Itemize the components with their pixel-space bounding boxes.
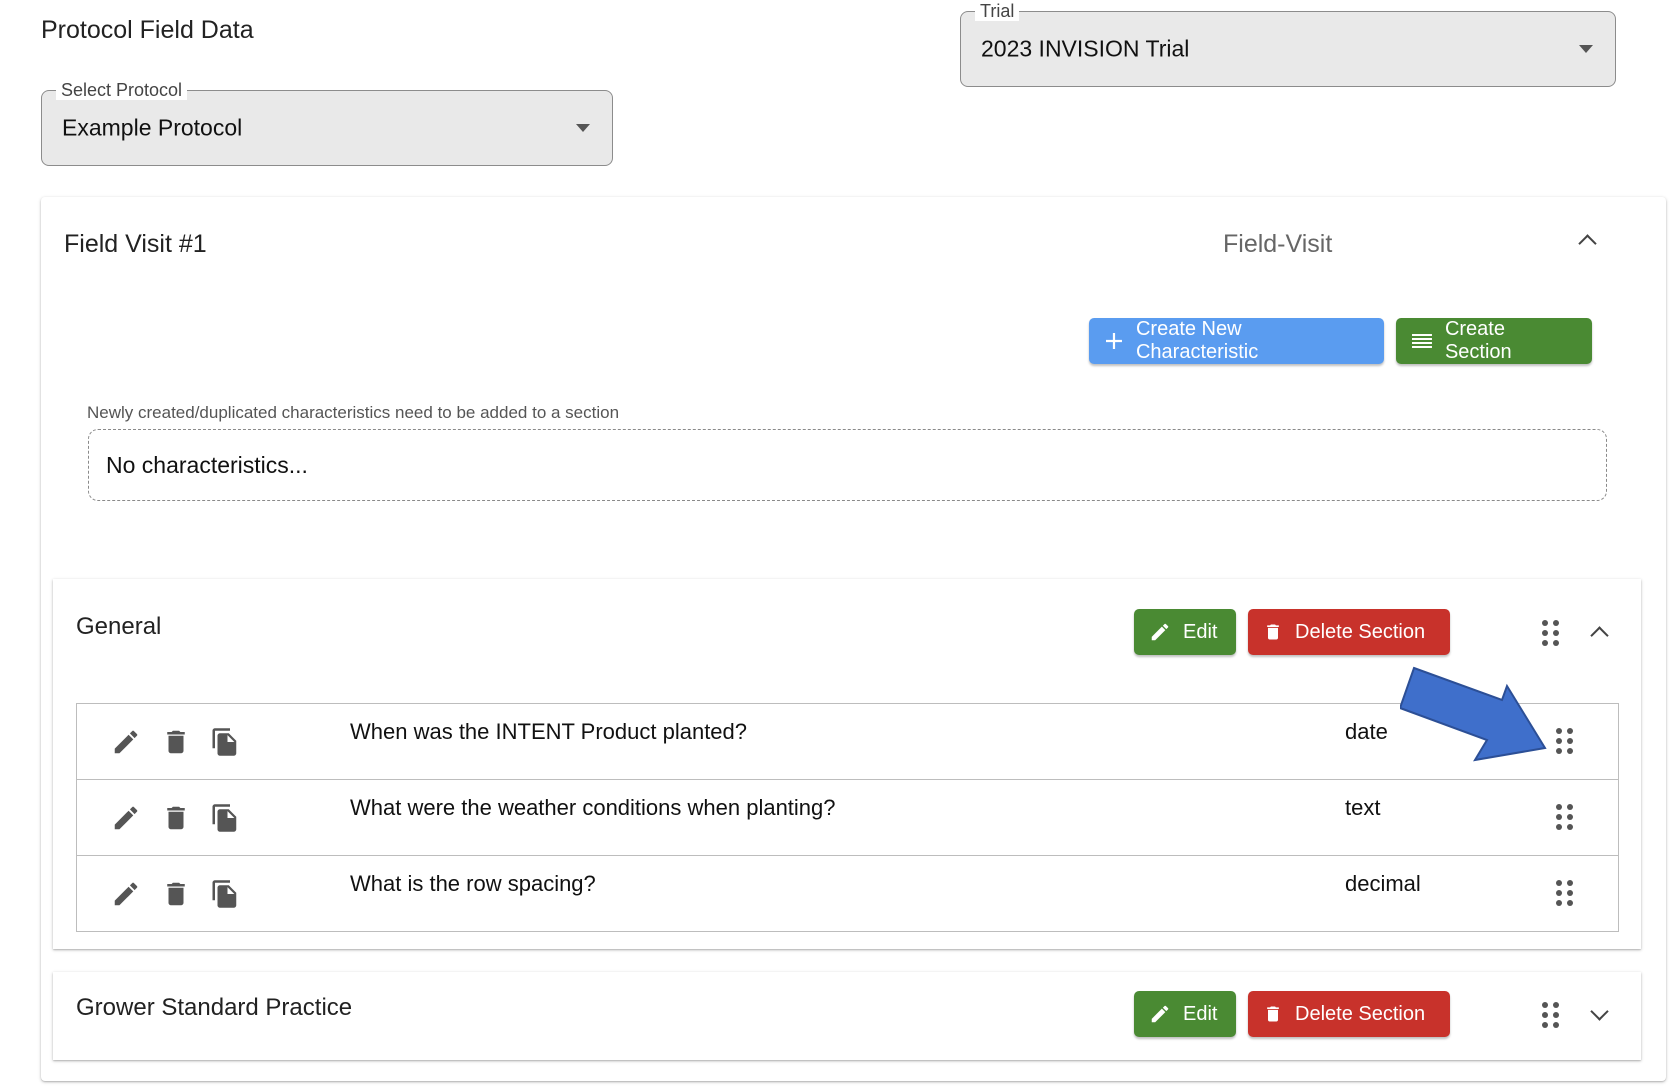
section-title: General	[76, 613, 162, 640]
edit-section-button[interactable]: Edit	[1134, 991, 1236, 1037]
protocol-select-label: Select Protocol	[56, 80, 188, 100]
characteristic-type: decimal	[1345, 871, 1421, 896]
trash-icon	[1267, 624, 1279, 640]
field-visit-type: Field-Visit	[1223, 230, 1333, 258]
unassigned-empty-text: No characteristics...	[106, 452, 308, 478]
characteristics-table: When was the INTENT Product planted? dat…	[76, 703, 1619, 932]
protocol-select[interactable]: Select Protocol Example Protocol	[41, 80, 613, 166]
table-row: When was the INTENT Product planted? dat…	[77, 704, 1618, 780]
plus-icon	[1105, 333, 1122, 349]
characteristic-type: date	[1345, 719, 1388, 744]
trash-icon	[1267, 1006, 1279, 1022]
characteristic-question: What were the weather conditions when pl…	[350, 795, 836, 820]
characteristic-type: text	[1345, 795, 1381, 820]
chevron-down-icon[interactable]	[1590, 1002, 1609, 1021]
pencil-icon[interactable]	[111, 878, 141, 910]
create-section-label: Create Section	[1444, 318, 1512, 363]
protocol-select-value: Example Protocol	[62, 114, 243, 141]
delete-section-button[interactable]: Delete Section	[1248, 609, 1450, 655]
edit-label: Edit	[1183, 620, 1218, 643]
pencil-icon	[1151, 1005, 1169, 1023]
trial-select-value: 2023 INVISION Trial	[981, 35, 1190, 62]
annotation-arrow-icon	[1400, 666, 1547, 762]
caret-down-icon	[576, 124, 590, 132]
delete-section-label: Delete Section	[1295, 1002, 1426, 1025]
trash-icon[interactable]	[161, 802, 191, 834]
table-row: What were the weather conditions when pl…	[77, 780, 1618, 856]
characteristic-question: What is the row spacing?	[350, 871, 596, 896]
trial-select[interactable]: Trial 2023 INVISION Trial	[960, 1, 1616, 87]
edit-section-button[interactable]: Edit	[1134, 609, 1236, 655]
trash-icon[interactable]	[161, 726, 191, 758]
characteristic-question: When was the INTENT Product planted?	[350, 719, 748, 744]
pencil-icon[interactable]	[111, 802, 141, 834]
delete-section-button[interactable]: Delete Section	[1248, 991, 1450, 1037]
edit-label: Edit	[1183, 1002, 1218, 1025]
copy-icon[interactable]	[210, 726, 240, 758]
unassigned-characteristics-dropzone[interactable]: No characteristics...	[88, 429, 1607, 501]
table-row: What is the row spacing? decimal	[77, 856, 1618, 931]
caret-down-icon	[1579, 45, 1593, 53]
create-characteristic-label: Create New Characteristic	[1135, 318, 1259, 363]
pencil-icon	[1151, 623, 1169, 641]
chevron-up-icon[interactable]	[1590, 626, 1609, 645]
drag-handle-icon[interactable]	[1556, 804, 1574, 830]
unassigned-note: Newly created/duplicated characteristics…	[87, 403, 620, 422]
chevron-up-icon[interactable]	[1578, 234, 1597, 253]
copy-icon[interactable]	[210, 878, 240, 910]
section-title: Grower Standard Practice	[76, 994, 353, 1021]
copy-icon[interactable]	[210, 802, 240, 834]
create-section-button[interactable]: Create Section	[1396, 318, 1592, 364]
field-visit-card: Field Visit #1 Field-Visit Create New Ch…	[41, 197, 1666, 1081]
page-title: Protocol Field Data	[41, 16, 254, 44]
list-icon	[1411, 334, 1432, 348]
trial-select-label: Trial	[975, 1, 1020, 21]
create-characteristic-button[interactable]: Create New Characteristic	[1089, 318, 1384, 364]
section-grower-standard-practice: Grower Standard Practice Edit Delete Sec…	[53, 972, 1641, 1060]
drag-handle-icon[interactable]	[1542, 620, 1560, 646]
drag-handle-icon[interactable]	[1556, 880, 1574, 906]
pencil-icon[interactable]	[111, 726, 141, 758]
delete-section-label: Delete Section	[1295, 620, 1426, 643]
drag-handle-icon[interactable]	[1542, 1002, 1560, 1028]
field-visit-title: Field Visit #1	[64, 230, 207, 258]
trash-icon[interactable]	[161, 878, 191, 910]
